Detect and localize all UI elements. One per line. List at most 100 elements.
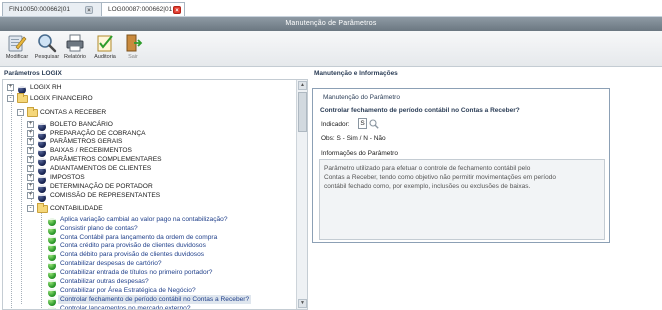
expand-icon[interactable]: +: [27, 183, 34, 190]
navy-ball-icon: [37, 155, 47, 166]
green-ball-icon: [47, 268, 57, 279]
tree-item-label: PARÂMETROS COMPLEMENTARES: [50, 156, 162, 163]
tree-item-label: Contabilizar despesas de cartório?: [60, 260, 162, 267]
tree-item-label: CONTABILIDADE: [50, 205, 103, 212]
report-label: Relatório: [63, 54, 86, 60]
scroll-down-icon[interactable]: ▼: [298, 299, 307, 308]
exit-button[interactable]: Sair: [118, 33, 148, 65]
tree-item-label: CONTAS A RECEBER: [40, 109, 107, 116]
tree-item-label: PARÂMETROS GERAIS: [50, 138, 123, 145]
navy-ball-icon: [37, 146, 47, 157]
scroll-thumb[interactable]: [298, 92, 307, 132]
green-ball-icon: [47, 259, 57, 270]
scroll-up-icon[interactable]: ▲: [298, 81, 307, 90]
search-label: Pesquisar: [34, 54, 60, 60]
group-title: Manutenção do Parâmetro: [321, 94, 402, 101]
tree-item-label: Aplica variação cambial ao valor pago na…: [60, 216, 228, 223]
tree-item-label: COMISSÃO DE REPRESENTANTES: [50, 192, 161, 199]
tab-label: FIN10050:000662|01: [9, 6, 70, 13]
folder-icon: [17, 93, 28, 103]
expand-icon[interactable]: +: [27, 174, 34, 181]
green-ball-icon: [47, 241, 57, 252]
parameters-panel-title: Parâmetros LOGIX: [4, 70, 62, 77]
expand-icon[interactable]: +: [27, 165, 34, 172]
info-line: Parâmetro utilizado para efetuar o contr…: [324, 165, 531, 172]
collapse-icon[interactable]: -: [27, 205, 34, 212]
exit-door-icon: [126, 34, 143, 52]
green-ball-icon: [47, 295, 57, 306]
navy-ball-icon: [17, 83, 27, 94]
modify-button[interactable]: Modificar: [2, 33, 32, 65]
tab-label: LOG00087:000662|01: [108, 6, 173, 13]
parameter-group: Manutenção do Parâmetro Controlar fecham…: [312, 88, 610, 243]
green-ball-icon: [47, 277, 57, 288]
navy-ball-icon: [37, 120, 47, 131]
tree-item-label: Controlar lançamentos no mercado externo…: [60, 305, 191, 310]
info-line: Contas a Receber, tendo como objetivo nã…: [324, 174, 556, 181]
close-tab-icon[interactable]: ×: [173, 6, 181, 14]
tree-item-label: Conta crédito para provisão de clientes …: [60, 242, 206, 249]
tree-item-label: BOLETO BANCÁRIO: [50, 121, 113, 128]
green-ball-icon: [47, 304, 57, 309]
tree-item-label: LOGIX FINANCEIRO: [30, 95, 93, 102]
expand-icon[interactable]: +: [27, 147, 34, 154]
tree-item-label: Controlar fechamento de período contábil…: [58, 295, 252, 304]
indicator-label: Indicador:: [321, 121, 350, 128]
tree-item-label: DETERMINAÇÃO DE PORTADOR: [50, 183, 153, 190]
exit-label: Sair: [128, 54, 138, 60]
tree-item-label: LOGIX RH: [30, 84, 62, 91]
search-button[interactable]: Pesquisar: [32, 33, 62, 65]
tree-item-label: Contabilizar por Área Estratégica de Neg…: [60, 287, 196, 294]
tree-connector: [11, 90, 12, 309]
info-line: contábil fechado como, por exemplo, incl…: [324, 183, 531, 190]
modify-label: Modificar: [5, 54, 29, 60]
edit-icon: [8, 35, 27, 52]
parameter-info-box: Parâmetro utilizado para efetuar o contr…: [319, 159, 605, 240]
navy-ball-icon: [37, 137, 47, 148]
audit-label: Auditoria: [94, 54, 116, 60]
navy-ball-icon: [37, 173, 47, 184]
expand-icon[interactable]: +: [27, 130, 34, 137]
collapse-icon[interactable]: -: [17, 109, 24, 116]
expand-icon[interactable]: +: [7, 84, 14, 91]
toolbar: Modificar Pesquisar Relatório Auditoria …: [0, 31, 662, 67]
green-ball-icon: [47, 286, 57, 297]
tab-log00087[interactable]: LOG00087:000662|01 ×: [101, 2, 185, 16]
indicator-note: Obs: S - Sim / N - Não: [321, 135, 386, 142]
window-title: Manutenção de Parâmetros: [0, 17, 662, 31]
lookup-search-icon[interactable]: [369, 119, 379, 129]
parameter-question: Controlar fechamento de período contábil…: [320, 107, 520, 114]
green-ball-icon: [47, 215, 57, 226]
maintenance-panel-title: Manutenção e Informações: [314, 70, 398, 77]
search-icon: [38, 34, 57, 53]
tree-item-label: Contabilizar outras despesas?: [60, 278, 149, 285]
expand-icon[interactable]: +: [27, 192, 34, 199]
expand-icon[interactable]: +: [27, 121, 34, 128]
maintenance-panel: Manutenção do Parâmetro Controlar fecham…: [312, 79, 660, 310]
report-button[interactable]: Relatório: [60, 33, 90, 65]
printer-icon: [66, 34, 84, 52]
parameters-tree: + LOGIX RH - LOGIX FINANCEIRO - CONTAS A RECE…: [2, 79, 308, 310]
tree-item-label: Contabilizar entrada de títulos no prime…: [60, 269, 213, 276]
audit-button[interactable]: Auditoria: [90, 33, 120, 65]
green-ball-icon: [47, 224, 57, 235]
navy-ball-icon: [37, 191, 47, 202]
tree-item-label: ADIANTAMENTOS DE CLIENTES: [50, 165, 152, 172]
tree-item-label: IMPOSTOS: [50, 174, 85, 181]
indicator-field[interactable]: S: [358, 118, 367, 129]
green-ball-icon: [47, 250, 57, 261]
navy-ball-icon: [37, 182, 47, 193]
tab-fin10050[interactable]: FIN10050:000662|01 ×: [2, 2, 102, 16]
close-tab-icon[interactable]: ×: [85, 6, 93, 14]
tree-connector: [21, 114, 22, 304]
collapse-icon[interactable]: -: [7, 95, 14, 102]
navy-ball-icon: [37, 164, 47, 175]
tree-connector: [41, 210, 42, 308]
info-title: Informações do Parâmetro: [321, 150, 398, 157]
tree-item-label: Consistir plano de contas?: [60, 225, 138, 232]
expand-icon[interactable]: +: [27, 138, 34, 145]
folder-icon: [37, 203, 48, 213]
tree-scrollbar[interactable]: ▲ ▼: [296, 80, 307, 309]
expand-icon[interactable]: +: [27, 156, 34, 163]
tree-item-label: BAIXAS / RECEBIMENTOS: [50, 147, 132, 154]
